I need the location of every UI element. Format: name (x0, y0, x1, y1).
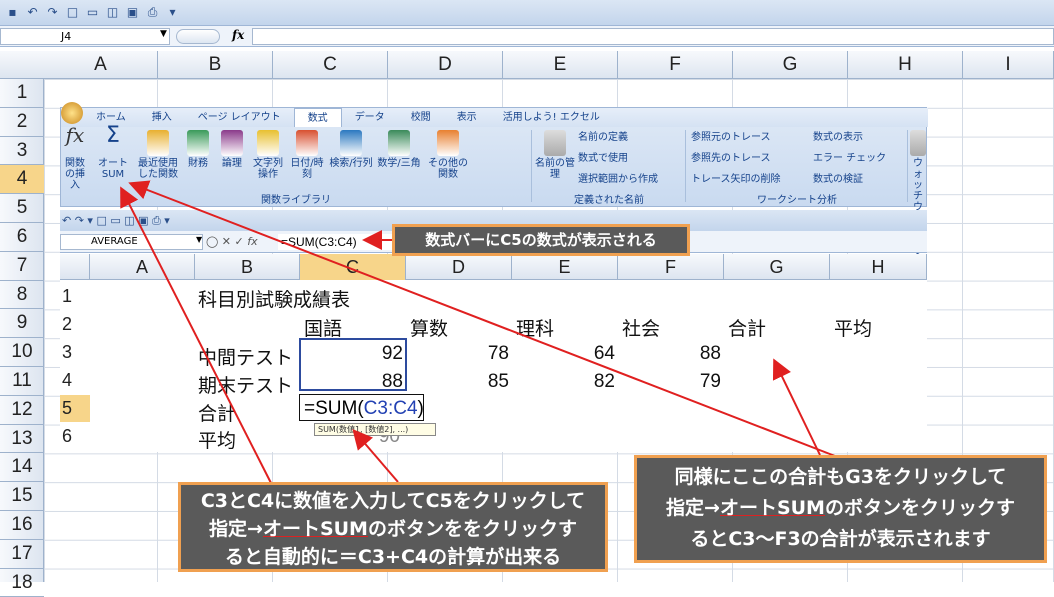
callout-right: 同様にここの合計もG3をクリックして 指定→オートSUMのボタンをクリックす る… (634, 455, 1047, 563)
arrow-left-to-cell (352, 428, 399, 483)
callout-left: C3とC4に数値を入力してC5をクリックして 指定→オートSUMのボタンををクリ… (178, 482, 608, 572)
arrow-left-to-autosum (120, 186, 273, 486)
callout-formula-bar: 数式バーにC5の数式が表示される (392, 224, 690, 256)
